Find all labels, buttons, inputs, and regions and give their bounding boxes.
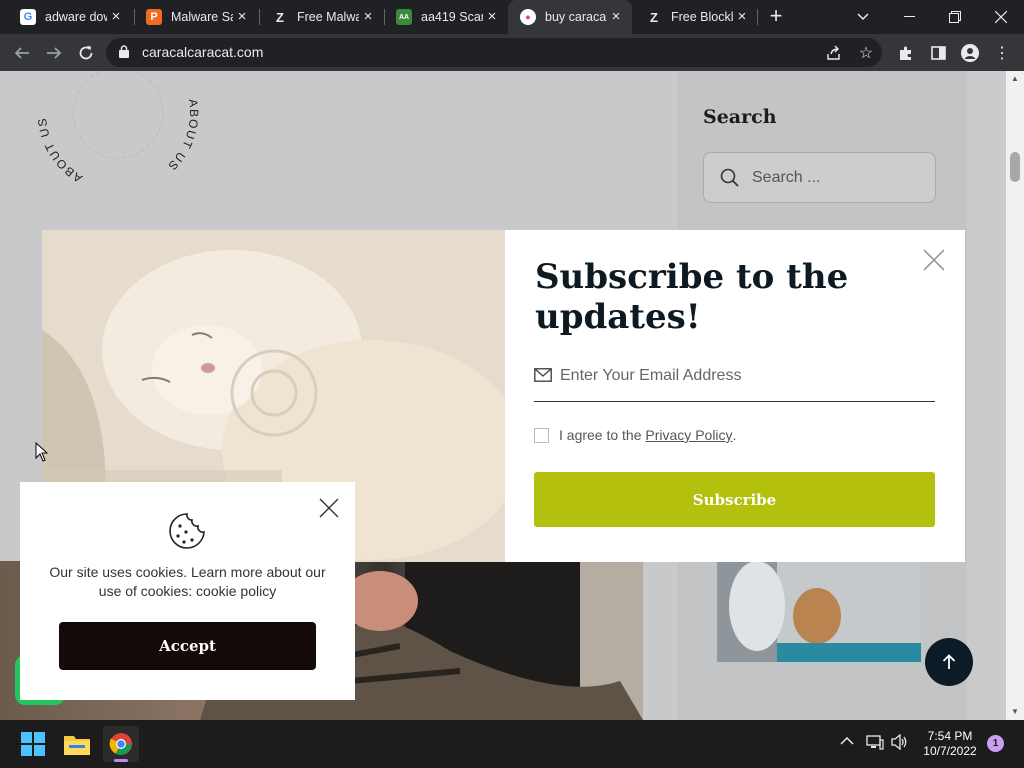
network-icon[interactable] bbox=[866, 734, 884, 753]
tray-overflow-icon[interactable] bbox=[840, 733, 854, 749]
windows-taskbar: 7:54 PM 10/7/2022 1 bbox=[0, 720, 1024, 768]
envelope-icon bbox=[534, 368, 552, 382]
cookie-banner: Our site uses cookies. Learn more about … bbox=[20, 482, 355, 700]
close-tab-icon[interactable]: × bbox=[734, 9, 750, 25]
profile-icon[interactable] bbox=[956, 39, 984, 67]
side-panel-icon[interactable] bbox=[924, 39, 952, 67]
tab-free-blocklist[interactable]: Z Free Blockli × bbox=[634, 0, 758, 34]
close-icon[interactable] bbox=[920, 246, 948, 274]
file-explorer-icon[interactable] bbox=[59, 726, 95, 762]
agree-prefix: I agree to the bbox=[559, 427, 646, 443]
tab-free-malware[interactable]: Z Free Malwa × bbox=[260, 0, 384, 34]
bookmark-star-icon[interactable]: ☆ bbox=[852, 39, 880, 67]
close-icon[interactable] bbox=[318, 497, 340, 519]
new-tab-button[interactable]: + bbox=[764, 5, 788, 29]
accept-cookies-button[interactable]: Accept bbox=[59, 622, 316, 670]
popup-title: Subscribe to the updates! bbox=[535, 257, 849, 337]
browser-toolbar: caracalcaracat.com ☆ ⋮ bbox=[0, 34, 1024, 71]
tab-title: Free Blockli bbox=[671, 10, 733, 24]
tab-strip: G adware dow × P Malware Sa × Z Free Mal… bbox=[0, 0, 1024, 34]
tab-title: Malware Sa bbox=[171, 10, 233, 24]
back-icon[interactable] bbox=[8, 39, 36, 67]
clock-date: 10/7/2022 bbox=[923, 744, 977, 758]
z-icon: Z bbox=[650, 9, 658, 25]
close-tab-icon[interactable]: × bbox=[484, 9, 500, 25]
about-us-text: ABOUT US bbox=[165, 98, 200, 174]
tab-buy-caracal[interactable]: ● buy caracal × bbox=[508, 0, 632, 34]
lock-icon[interactable] bbox=[119, 45, 129, 58]
privacy-agreement: I agree to the Privacy Policy . bbox=[534, 427, 736, 443]
tab-title: buy caracal bbox=[545, 10, 607, 24]
p-icon: P bbox=[146, 9, 162, 25]
sidebar-search-title: Search bbox=[703, 106, 777, 128]
privacy-policy-link[interactable]: Privacy Policy bbox=[645, 427, 732, 443]
tab-adware[interactable]: G adware dow × bbox=[8, 0, 132, 34]
tab-search-icon[interactable] bbox=[840, 0, 886, 34]
mouse-cursor-icon bbox=[35, 442, 49, 462]
arrow-up-icon bbox=[942, 654, 956, 669]
forward-icon[interactable] bbox=[40, 39, 68, 67]
about-us-text-2: ABOUT US bbox=[35, 116, 83, 185]
cookie-icon bbox=[169, 513, 205, 549]
email-input[interactable]: Enter Your Email Address bbox=[534, 362, 935, 402]
email-placeholder: Enter Your Email Address bbox=[560, 367, 742, 384]
windows-start-icon[interactable] bbox=[15, 726, 51, 762]
svg-text:ABOUT US: ABOUT US bbox=[35, 116, 85, 185]
address-bar[interactable]: caracalcaracat.com bbox=[106, 38, 882, 67]
system-clock[interactable]: 7:54 PM 10/7/2022 bbox=[915, 729, 985, 759]
aa419-icon: AA bbox=[396, 9, 412, 25]
search-placeholder: Search ... bbox=[752, 169, 821, 186]
search-icon bbox=[720, 168, 739, 187]
notification-badge[interactable]: 1 bbox=[987, 735, 1004, 752]
paw-icon: ● bbox=[520, 9, 536, 25]
tab-title: aa419 Scan bbox=[421, 10, 483, 24]
url-text: caracalcaracat.com bbox=[142, 44, 264, 60]
extensions-icon[interactable] bbox=[892, 39, 920, 67]
chrome-taskbar-icon[interactable] bbox=[103, 726, 139, 762]
svg-text:ABOUT US: ABOUT US bbox=[165, 98, 201, 174]
share-icon[interactable] bbox=[820, 39, 848, 67]
scroll-down-icon[interactable]: ▼ bbox=[1011, 707, 1019, 716]
agree-suffix: . bbox=[732, 427, 737, 443]
clock-time: 7:54 PM bbox=[927, 729, 973, 743]
tab-aa419[interactable]: AA aa419 Scan × bbox=[384, 0, 508, 34]
subscribe-button[interactable]: Subscribe bbox=[534, 472, 935, 527]
cookie-text: Our site uses cookies. Learn more about … bbox=[49, 564, 326, 599]
scroll-to-top-button[interactable] bbox=[925, 638, 973, 686]
about-us-badge[interactable]: ABOUT US ABOUT US bbox=[28, 71, 208, 211]
page-scrollbar[interactable]: ▲ ▼ bbox=[1006, 71, 1024, 720]
agree-checkbox[interactable] bbox=[534, 427, 549, 443]
close-window-icon[interactable] bbox=[978, 0, 1024, 34]
tab-title: Free Malwa bbox=[297, 10, 359, 24]
menu-icon[interactable]: ⋮ bbox=[988, 39, 1016, 67]
z-icon: Z bbox=[276, 9, 284, 25]
close-tab-icon[interactable]: × bbox=[608, 9, 624, 25]
reload-icon[interactable] bbox=[72, 39, 100, 67]
google-icon: G bbox=[20, 9, 36, 25]
scroll-up-icon[interactable]: ▲ bbox=[1011, 74, 1019, 83]
vet-dog-photo bbox=[717, 561, 921, 662]
tab-title: adware dow bbox=[45, 10, 107, 24]
scrollbar-thumb[interactable] bbox=[1010, 152, 1020, 182]
close-tab-icon[interactable]: × bbox=[360, 9, 376, 25]
close-tab-icon[interactable]: × bbox=[234, 9, 250, 25]
sidebar-search-input[interactable]: Search ... bbox=[703, 152, 936, 203]
volume-icon[interactable] bbox=[891, 733, 909, 753]
tab-malware-sa[interactable]: P Malware Sa × bbox=[134, 0, 258, 34]
minimize-icon[interactable] bbox=[886, 0, 932, 34]
restore-icon[interactable] bbox=[932, 0, 978, 34]
close-tab-icon[interactable]: × bbox=[108, 9, 124, 25]
web-page: ABOUT US ABOUT US Search Search ... Subs… bbox=[0, 71, 1006, 720]
